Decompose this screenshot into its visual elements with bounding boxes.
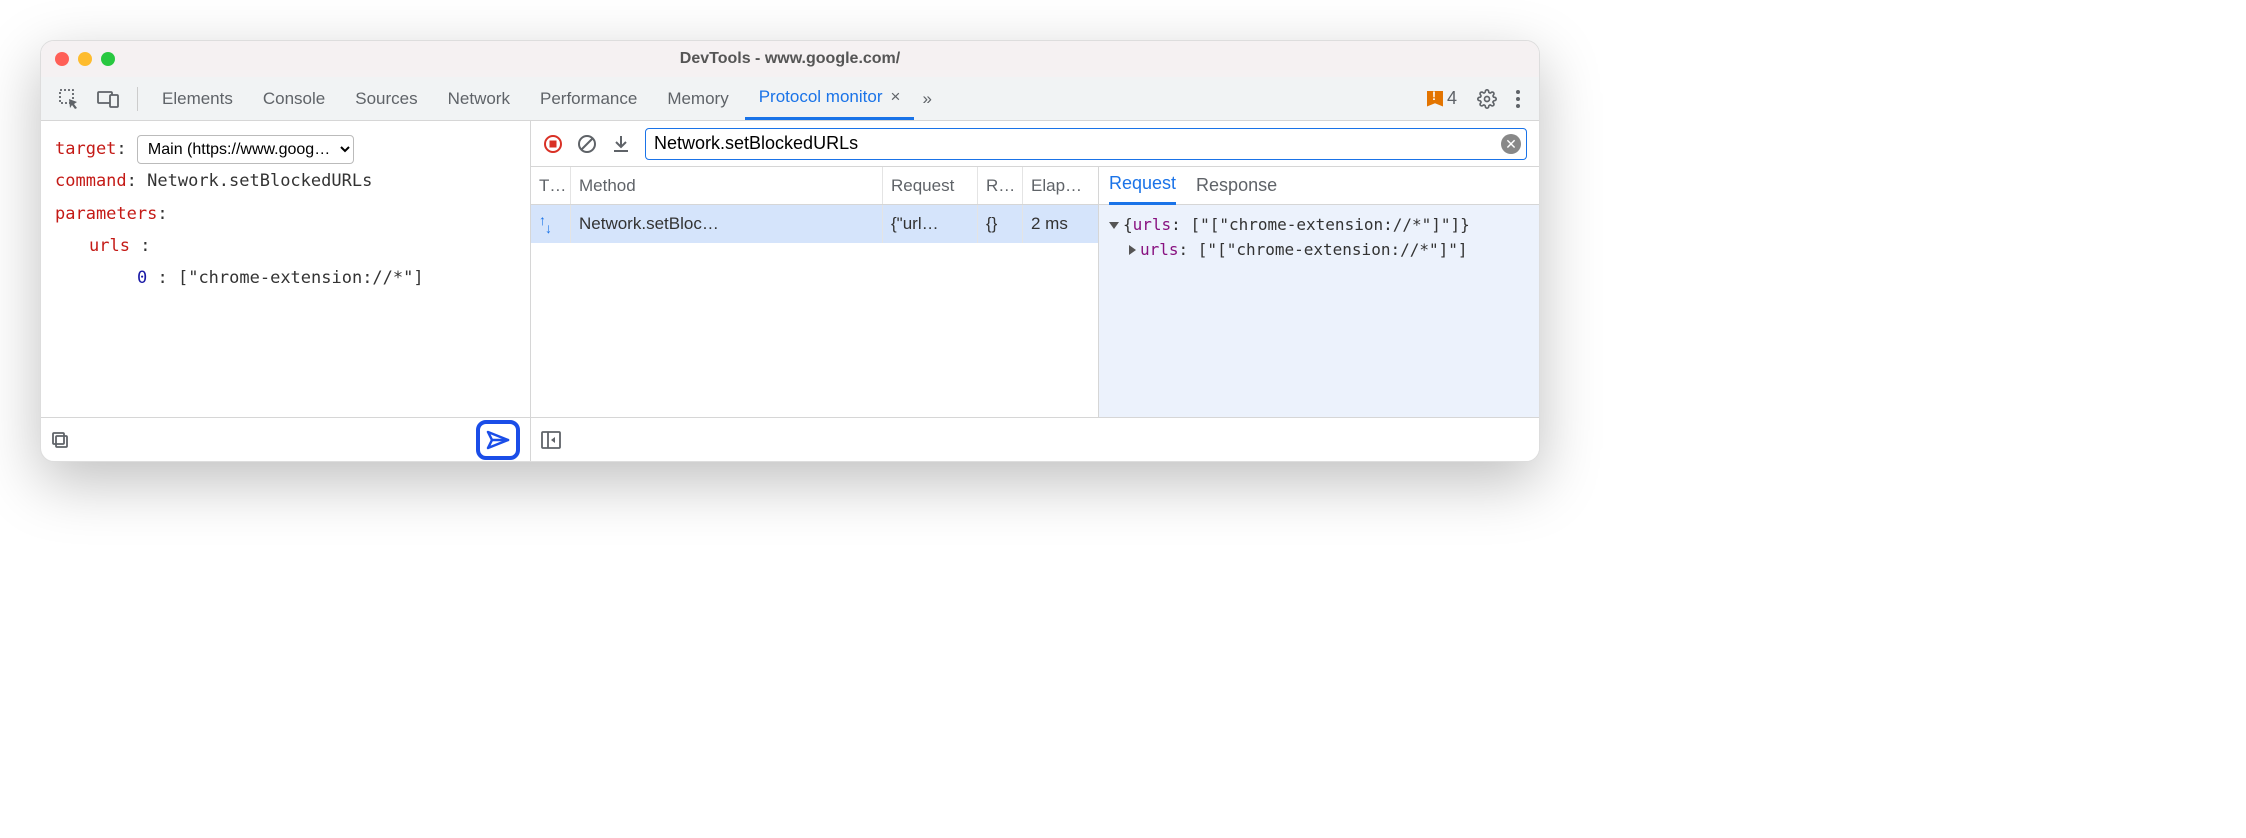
param-index: 0	[137, 268, 147, 288]
row-response: {}	[978, 205, 1023, 243]
direction-icon: ↑↓	[531, 205, 571, 243]
target-select[interactable]: Main (https://www.goog…	[137, 135, 354, 164]
log-toolbar: ✕	[531, 121, 1539, 167]
command-value[interactable]: Network.setBlockedURLs	[147, 171, 372, 191]
tab-memory[interactable]: Memory	[653, 77, 742, 120]
issues-badge[interactable]: 4	[1427, 88, 1457, 109]
send-command-button[interactable]	[476, 420, 520, 460]
more-icon[interactable]	[1507, 83, 1529, 115]
copy-icon[interactable]	[51, 431, 69, 449]
record-icon[interactable]	[543, 134, 563, 154]
param-urls-key: urls	[89, 236, 130, 256]
clear-icon[interactable]	[577, 134, 597, 154]
devtools-window: DevTools - www.google.com/ Elements Cons…	[40, 40, 1540, 462]
inspect-element-icon[interactable]	[51, 83, 87, 115]
tab-performance[interactable]: Performance	[526, 77, 651, 120]
details-tabs: Request Response	[1099, 167, 1539, 205]
details-tab-request[interactable]: Request	[1109, 173, 1176, 205]
tree-line-1[interactable]: {urls: ["["chrome-extension://*"]"]}	[1109, 213, 1529, 238]
minimize-window-button[interactable]	[78, 52, 92, 66]
row-method: Network.setBloc…	[571, 205, 883, 243]
tab-network[interactable]: Network	[434, 77, 524, 120]
close-tab-icon[interactable]: ×	[891, 87, 901, 107]
device-toolbar-icon[interactable]	[89, 84, 127, 114]
parameters-key: parameters	[55, 204, 157, 224]
col-method[interactable]: Method	[571, 167, 883, 204]
filter-input[interactable]	[645, 128, 1527, 160]
col-request[interactable]: Request	[883, 167, 978, 204]
issues-count: 4	[1447, 88, 1457, 109]
details-pane: Request Response {urls: ["["chrome-exten…	[1099, 167, 1539, 417]
tree-line-2[interactable]: urls: ["["chrome-extension://*"]"]	[1109, 238, 1529, 263]
devtools-tabbar: Elements Console Sources Network Perform…	[41, 77, 1539, 121]
command-editor-pane: target: Main (https://www.goog… command:…	[41, 121, 531, 461]
col-response[interactable]: R…	[978, 167, 1023, 204]
zoom-window-button[interactable]	[101, 52, 115, 66]
toggle-sidebar-icon[interactable]	[541, 431, 561, 449]
editor-footer	[41, 417, 530, 461]
download-icon[interactable]	[611, 134, 631, 154]
target-key: target	[55, 139, 116, 159]
titlebar: DevTools - www.google.com/	[41, 41, 1539, 77]
col-elapsed[interactable]: Elap…	[1023, 167, 1098, 204]
tab-label: Protocol monitor	[759, 87, 883, 107]
row-elapsed: 2 ms	[1023, 205, 1098, 243]
panel-body: target: Main (https://www.goog… command:…	[41, 121, 1539, 461]
expand-icon[interactable]	[1129, 245, 1136, 255]
details-body: {urls: ["["chrome-extension://*"]"]} url…	[1099, 205, 1539, 417]
window-controls	[55, 52, 115, 66]
tab-console[interactable]: Console	[249, 77, 339, 120]
warning-icon	[1427, 91, 1443, 107]
command-key: command	[55, 171, 127, 191]
param-value[interactable]: ["chrome-extension://*"]	[178, 268, 424, 288]
log-table-header: T… Method Request R… Elap…	[531, 167, 1098, 205]
clear-filter-icon[interactable]: ✕	[1501, 134, 1521, 154]
details-tab-response[interactable]: Response	[1196, 175, 1277, 204]
settings-icon[interactable]	[1469, 83, 1505, 115]
table-row[interactable]: ↑↓ Network.setBloc… {"url… {} 2 ms	[531, 205, 1098, 243]
expand-icon[interactable]	[1109, 222, 1119, 229]
tabs-overflow-button[interactable]: »	[916, 77, 937, 120]
tab-sources[interactable]: Sources	[341, 77, 431, 120]
log-table: T… Method Request R… Elap… ↑↓ Network.se…	[531, 167, 1099, 417]
window-title: DevTools - www.google.com/	[41, 50, 1539, 68]
close-window-button[interactable]	[55, 52, 69, 66]
col-type[interactable]: T…	[531, 167, 571, 204]
tab-protocol-monitor[interactable]: Protocol monitor ×	[745, 77, 915, 120]
log-footer	[531, 417, 1539, 461]
divider	[137, 87, 138, 111]
tab-elements[interactable]: Elements	[148, 77, 247, 120]
row-request: {"url…	[883, 205, 978, 243]
protocol-log-pane: ✕ T… Method Request R… Elap… ↑↓	[531, 121, 1539, 461]
command-editor: target: Main (https://www.goog… command:…	[41, 121, 530, 417]
